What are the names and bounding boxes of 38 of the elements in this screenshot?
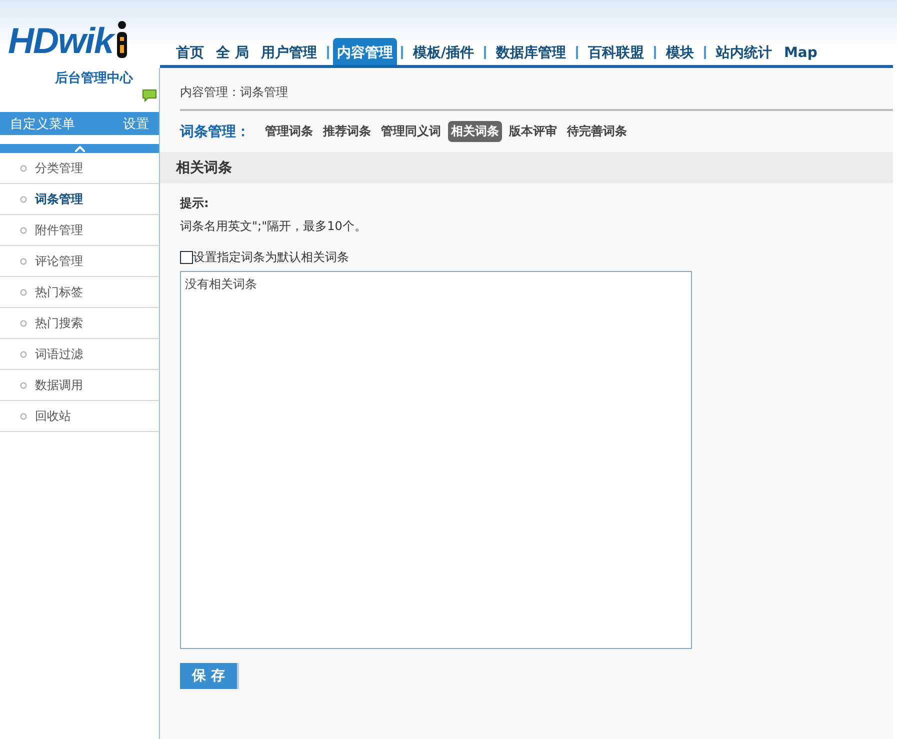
menu-title: 自定义菜单 [10, 116, 75, 132]
sub-nav-title: 词条管理： [180, 122, 250, 140]
bullet-icon [20, 196, 27, 202]
nav-tab[interactable]: 用户管理 [254, 40, 323, 65]
nav-tab[interactable]: 百科联盟 [582, 40, 650, 65]
bullet-icon [20, 226, 27, 234]
nav-tab[interactable]: 站内统计 [710, 40, 778, 65]
sub-nav-tab[interactable]: 推荐词条 [320, 121, 374, 142]
bullet-icon [20, 258, 27, 264]
breadcrumb: 内容管理：词条管理 [180, 68, 893, 111]
hint-label: 提示: [180, 195, 209, 212]
nav-tab[interactable]: 模板/插件 [406, 40, 480, 65]
sub-nav-tab[interactable]: 待完善词条 [564, 121, 630, 142]
checkbox[interactable] [180, 251, 193, 264]
logo-wordmark: HDwik [8, 22, 114, 60]
sub-nav-tab[interactable]: 管理词条 [262, 121, 316, 142]
bullet-icon [20, 164, 27, 172]
nav-tab[interactable]: 数据库管理 [490, 40, 572, 65]
nav-tab[interactable]: 首页 [170, 40, 210, 65]
sub-nav-tab[interactable]: 管理同义词 [378, 121, 444, 142]
nav-tab[interactable]: Map [778, 40, 824, 65]
sub-nav-tab[interactable]: 版本评审 [506, 121, 560, 142]
checkbox-label[interactable]: 设置指定词条为默认相关词条 [193, 249, 349, 266]
logo-mark-icon [115, 20, 130, 60]
chevron-up-icon [74, 146, 84, 152]
nav-tab[interactable]: 全 局 [210, 40, 255, 65]
related-entries-textarea[interactable]: 没有相关词条 [180, 271, 692, 649]
logo-subtitle: 后台管理中心 [55, 70, 133, 87]
bullet-icon [20, 350, 27, 358]
bullet-icon [20, 320, 27, 326]
bullet-icon [20, 382, 27, 388]
hint-text: 词条名用英文";"隔开，最多10个。 [180, 218, 366, 235]
sub-nav-tab[interactable]: 相关词条 [448, 121, 502, 142]
bullet-icon [20, 412, 27, 420]
nav-tab[interactable]: 模块 [660, 40, 700, 65]
bullet-icon [20, 288, 27, 296]
section-title: 相关词条 [176, 158, 232, 176]
nav-tab[interactable]: 内容管理 [332, 38, 397, 65]
